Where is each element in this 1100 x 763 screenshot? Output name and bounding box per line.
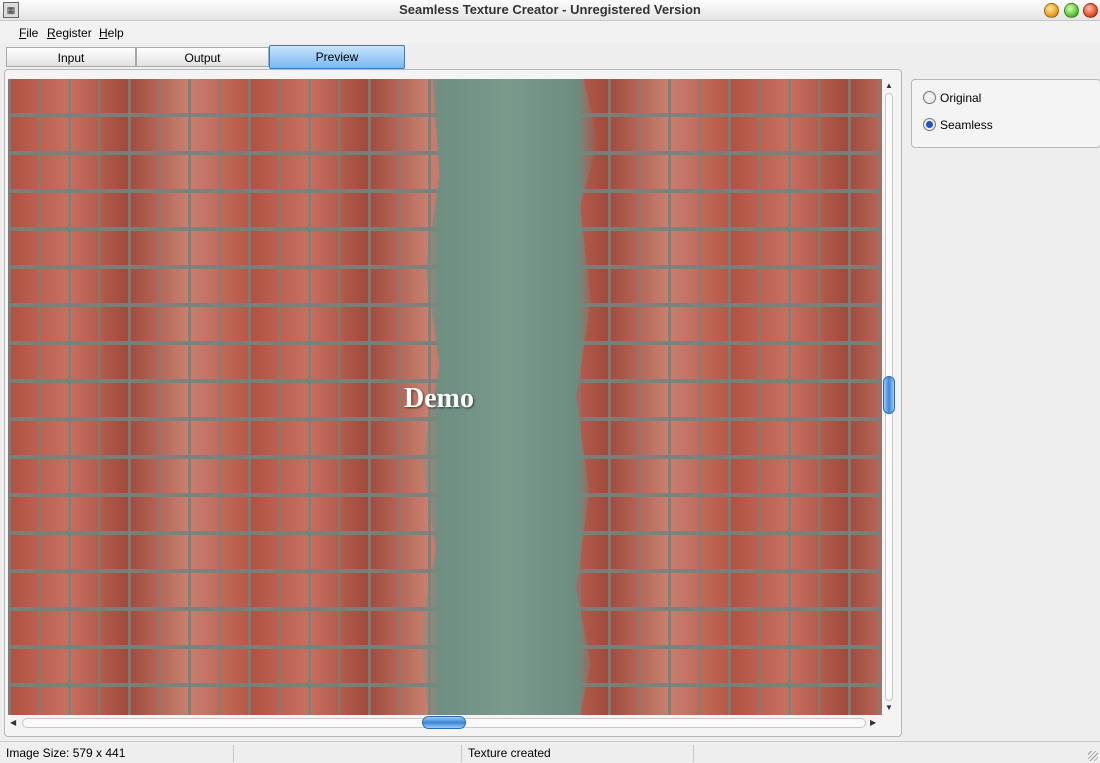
maximize-button[interactable] — [1064, 3, 1079, 18]
scroll-down-icon[interactable]: ▼ — [885, 703, 893, 713]
radio-seamless[interactable]: Seamless — [923, 118, 993, 132]
tab-output[interactable]: Output — [136, 47, 269, 67]
horizontal-scroll-thumb[interactable] — [422, 716, 466, 729]
status-bar: Image Size: 579 x 441 Texture created — [0, 741, 1100, 763]
horizontal-scrollbar[interactable]: ◀ ▶ — [8, 715, 882, 731]
vertical-scroll-thumb[interactable] — [883, 376, 895, 414]
window-title: Seamless Texture Creator - Unregistered … — [399, 2, 701, 17]
radio-seamless-icon[interactable] — [923, 118, 936, 131]
menu-help[interactable]: Help — [99, 26, 124, 40]
menu-file[interactable]: File — [19, 26, 38, 40]
demo-watermark: Demo — [404, 383, 474, 414]
menu-register[interactable]: Register — [47, 26, 92, 40]
status-image-size: Image Size: 579 x 441 — [0, 745, 234, 762]
scroll-left-icon[interactable]: ◀ — [10, 718, 16, 728]
radio-original-icon[interactable] — [923, 91, 936, 104]
close-button[interactable] — [1083, 3, 1098, 18]
scroll-right-icon[interactable]: ▶ — [870, 718, 876, 728]
status-empty — [234, 745, 462, 762]
title-bar: ▦ Seamless Texture Creator - Unregistere… — [0, 0, 1100, 21]
menu-bar: File Register Help — [0, 21, 1100, 43]
vertical-scrollbar[interactable]: ▲ ▼ — [882, 79, 896, 715]
tab-preview[interactable]: Preview — [269, 45, 405, 69]
radio-original[interactable]: Original — [923, 91, 981, 105]
status-message: Texture created — [462, 745, 694, 762]
tab-input[interactable]: Input — [6, 47, 136, 67]
minimize-button[interactable] — [1044, 3, 1059, 18]
scroll-up-icon[interactable]: ▲ — [885, 81, 893, 91]
view-mode-panel: Original Seamless — [911, 79, 1100, 148]
resize-grip-icon[interactable] — [1088, 751, 1098, 761]
